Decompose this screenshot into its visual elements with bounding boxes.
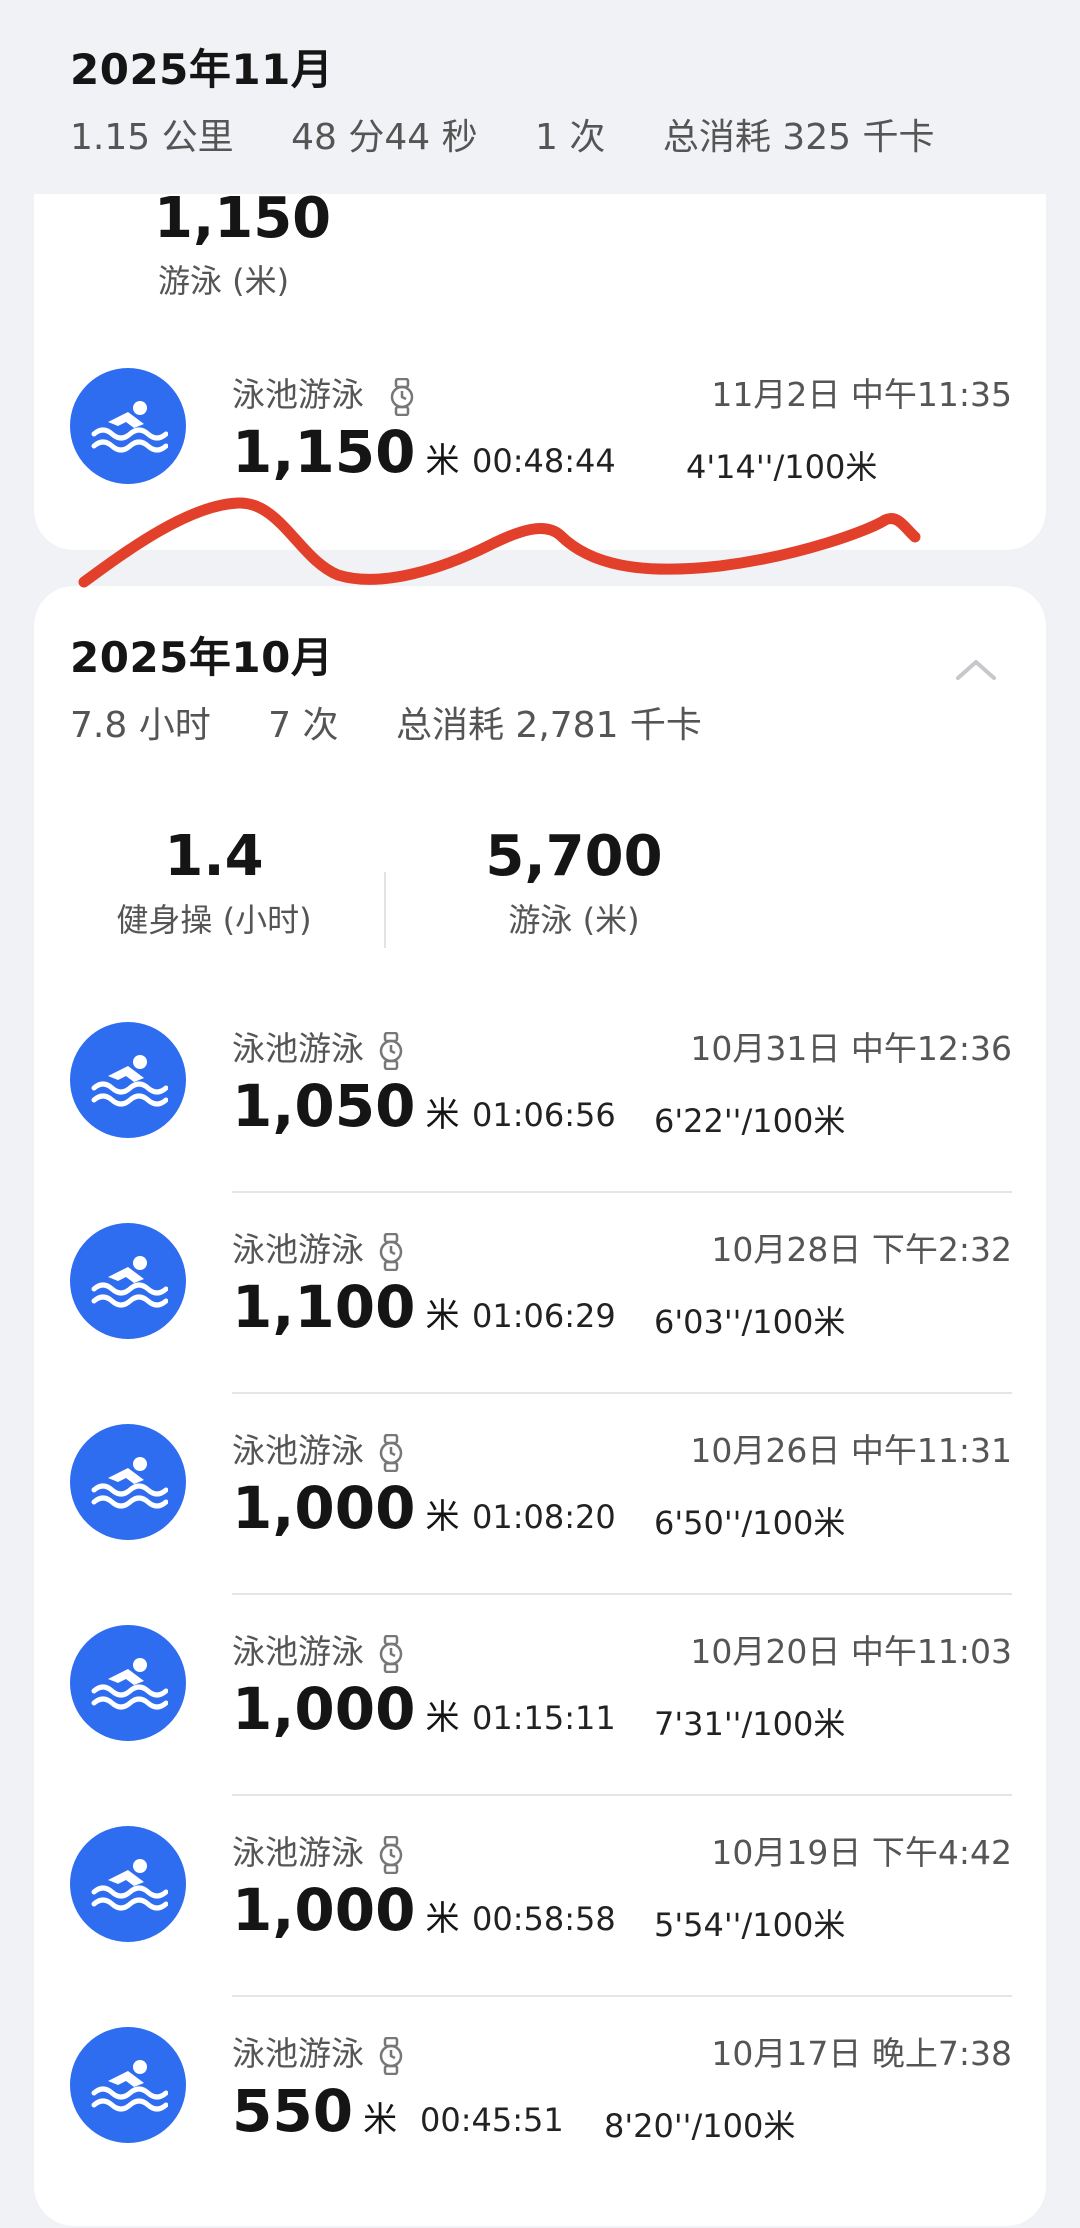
watch-icon: [379, 1232, 403, 1271]
activity-name: 泳池游泳: [232, 1022, 404, 1070]
activity-row[interactable]: 泳池游泳 10月19日 下午4:42 1,000 米 00:58:58 5'54''/10…: [34, 1826, 1046, 2027]
activity-distance-value: 1,100: [232, 1273, 416, 1341]
stat-aerobics-label: 健身操 (小时): [116, 901, 312, 939]
swimmer-icon: [70, 1826, 186, 1942]
activity-duration: 01:08:20: [472, 1498, 616, 1536]
activity-duration: 00:58:58: [472, 1900, 616, 1938]
activity-distance-unit: 米: [425, 1899, 460, 1939]
row-divider: [232, 1794, 1012, 1796]
activity-name: 泳池游泳: [232, 1223, 404, 1271]
stat-swim-label: 游泳 (米): [508, 901, 640, 939]
stat-aerobics-value: 1.4: [164, 824, 264, 889]
activity-duration: 01:06:56: [472, 1096, 616, 1134]
stat-aerobics: 1.4 健身操 (小时): [94, 824, 334, 941]
activity-distance-unit: 米: [425, 1095, 460, 1135]
activity-distance-unit: 米: [363, 2100, 398, 2140]
activity-pace: 6'22''/100米: [654, 1102, 846, 1140]
activity-duration: 00:45:51: [420, 2101, 564, 2139]
swimmer-icon: [70, 1022, 186, 1138]
activity-distance: 1,000 米: [232, 1675, 459, 1743]
activity-distance-value: 550: [232, 2077, 354, 2145]
stat-swim-value: 5,700: [485, 824, 663, 889]
activity-name: 泳池游泳: [232, 1625, 404, 1673]
activity-name: 泳池游泳: [232, 2027, 404, 2075]
activity-distance-unit: 米: [425, 1497, 460, 1537]
activity-date: 10月20日 中午11:03: [690, 1632, 1012, 1671]
activity-pace: 6'03''/100米: [654, 1303, 846, 1341]
stat-divider: [384, 872, 386, 948]
activity-distance: 1,100 米: [232, 1273, 459, 1341]
activity-name-text: 泳池游泳: [232, 2034, 364, 2073]
row-divider: [232, 1191, 1012, 1193]
activity-distance-value: 1,000: [232, 1675, 416, 1743]
activity-pace: 6'50''/100米: [654, 1504, 846, 1542]
stat-swim: 5,700 游泳 (米): [454, 824, 694, 941]
activity-name: 泳池游泳: [232, 1826, 404, 1874]
activity-duration: 01:06:29: [472, 1297, 616, 1335]
watch-icon: [379, 1634, 403, 1673]
activity-row[interactable]: 泳池游泳 10月17日 晚上7:38 550 米 00:45:51 8'20''/100米: [34, 2027, 1046, 2228]
activity-pace: 8'20''/100米: [604, 2107, 796, 2145]
activity-distance: 1,000 米: [232, 1876, 459, 1944]
activity-name-text: 泳池游泳: [232, 1833, 364, 1872]
month-summary-october: 7.8 小时 7 次 总消耗 2,781 千卡: [70, 696, 748, 748]
watch-icon: [379, 2036, 403, 2075]
summary-count: 7 次: [268, 705, 339, 746]
summary-calories: 总消耗 2,781 千卡: [395, 705, 702, 746]
activity-date: 10月26日 中午11:31: [690, 1431, 1012, 1470]
activity-row[interactable]: 泳池游泳 10月20日 中午11:03 1,000 米 01:15:11 7'31''/1…: [34, 1625, 1046, 1826]
activity-distance-unit: 米: [425, 1698, 460, 1738]
activity-name-text: 泳池游泳: [232, 1431, 364, 1470]
watch-icon: [379, 1433, 403, 1472]
activity-date: 10月28日 下午2:32: [711, 1230, 1012, 1269]
row-divider: [232, 1995, 1012, 1997]
watch-icon: [379, 1031, 403, 1070]
activity-name-text: 泳池游泳: [232, 1632, 364, 1671]
activity-name-text: 泳池游泳: [232, 1230, 364, 1269]
activity-row[interactable]: 泳池游泳 10月28日 下午2:32 1,100 米 01:06:29 6'03''/10…: [34, 1223, 1046, 1424]
activity-name-text: 泳池游泳: [232, 1029, 364, 1068]
swimmer-icon: [70, 1625, 186, 1741]
summary-hours: 7.8 小时: [70, 705, 211, 746]
activity-date: 10月17日 晚上7:38: [711, 2034, 1012, 2073]
activity-distance: 1,050 米: [232, 1072, 459, 1140]
activity-row[interactable]: 泳池游泳 10月26日 中午11:31 1,000 米 01:08:20 6'50''/1…: [34, 1424, 1046, 1625]
swimmer-icon: [70, 1424, 186, 1540]
annotation-stroke: [78, 497, 921, 588]
row-divider: [232, 1593, 1012, 1595]
activity-distance: 550 米: [232, 2077, 397, 2145]
activity-distance-value: 1,000: [232, 1474, 416, 1542]
swimmer-icon: [70, 2027, 186, 2143]
watch-icon: [379, 1835, 403, 1874]
activity-pace: 5'54''/100米: [654, 1906, 846, 1944]
activity-distance-unit: 米: [425, 1296, 460, 1336]
activity-name: 泳池游泳: [232, 1424, 404, 1472]
activity-distance-value: 1,050: [232, 1072, 416, 1140]
activity-distance: 1,000 米: [232, 1474, 459, 1542]
month-title-october: 2025年10月: [70, 633, 334, 682]
activity-date: 10月19日 下午4:42: [711, 1833, 1012, 1872]
row-divider: [232, 1392, 1012, 1394]
chevron-up-icon[interactable]: [954, 656, 998, 686]
activity-row[interactable]: 泳池游泳 10月31日 中午12:36 1,050 米 01:06:56 6'22''/1…: [34, 1022, 1046, 1223]
swimmer-icon: [70, 1223, 186, 1339]
activity-date: 10月31日 中午12:36: [690, 1029, 1012, 1068]
october-card: 2025年10月 7.8 小时 7 次 总消耗 2,781 千卡 1.4 健身操…: [34, 586, 1046, 2226]
activity-distance-value: 1,000: [232, 1876, 416, 1944]
activity-duration: 01:15:11: [472, 1699, 616, 1737]
activity-pace: 7'31''/100米: [654, 1705, 846, 1743]
